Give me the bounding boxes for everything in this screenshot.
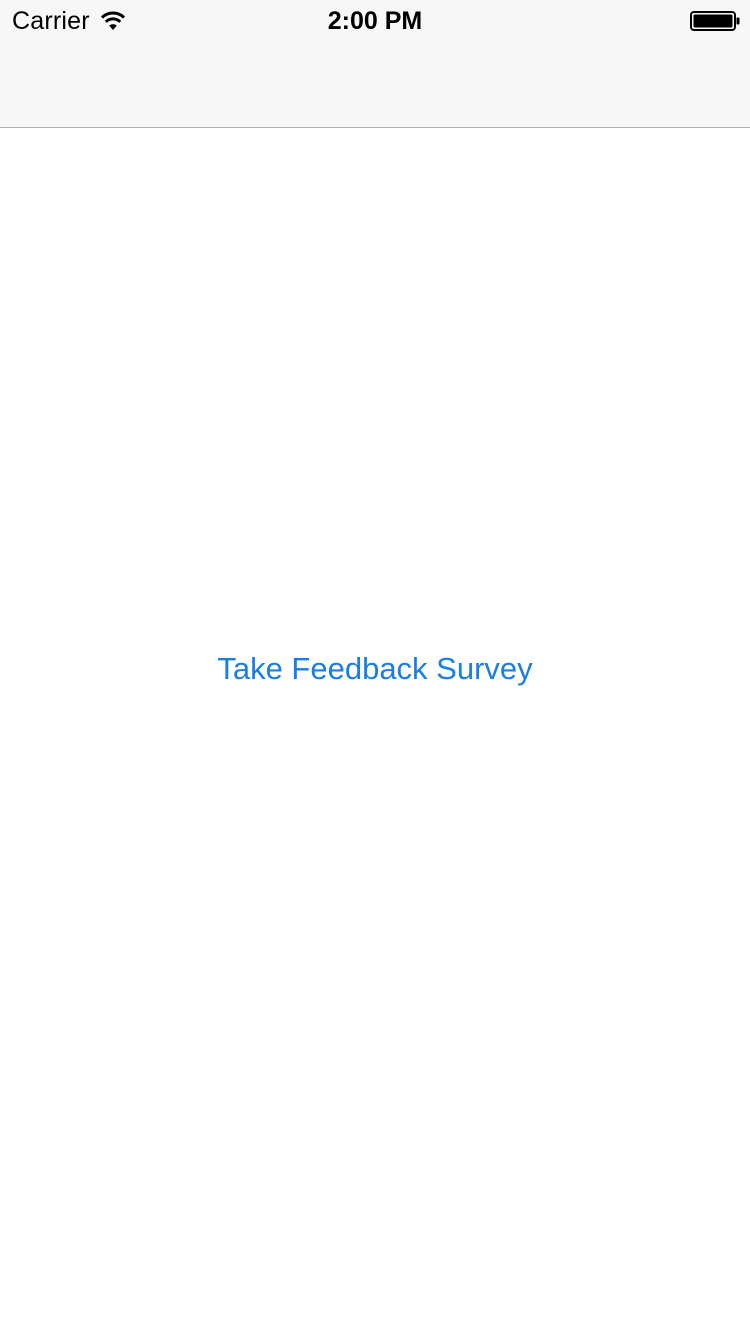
- take-feedback-survey-button[interactable]: Take Feedback Survey: [0, 649, 750, 689]
- app-screen: Carrier 2:00 PM Take Feedback Survey: [0, 0, 750, 1334]
- main-content: Take Feedback Survey: [0, 129, 750, 1334]
- status-time: 2:00 PM: [327, 7, 423, 35]
- battery-full-icon: [690, 11, 740, 31]
- status-bar: Carrier 2:00 PM: [0, 0, 750, 40]
- navigation-bar: Carrier 2:00 PM: [0, 0, 750, 128]
